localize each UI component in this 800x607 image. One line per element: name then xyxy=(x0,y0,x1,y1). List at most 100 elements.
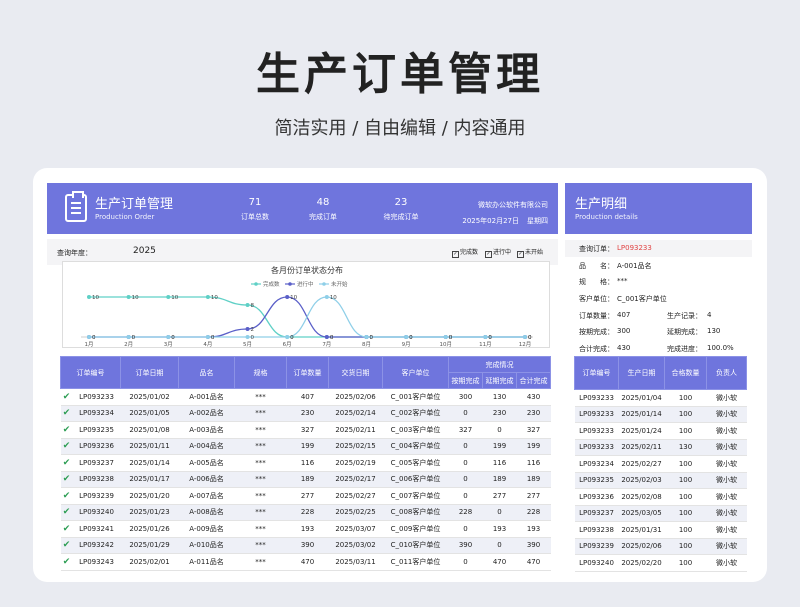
table-row[interactable]: ✔ LP093240 2025/01/23 A-008品名 *** 228 2025/02/… xyxy=(60,504,551,521)
table-cell: 0 xyxy=(482,421,517,439)
table-row[interactable]: LP093233 2025/01/14 100 微小软 xyxy=(574,406,747,423)
table-cell: A-009品名 xyxy=(178,520,235,538)
data-point xyxy=(87,295,91,299)
x-tick-label: 4月 xyxy=(203,341,212,348)
table-cell: 2025/01/08 xyxy=(120,421,179,439)
table-row[interactable]: LP093233 2025/02/11 130 微小软 xyxy=(574,439,747,456)
customer-value: C_001客户单位 xyxy=(617,295,667,304)
legend-done-label: 完成数 xyxy=(460,249,479,256)
table-row[interactable]: LP093235 2025/02/03 100 微小软 xyxy=(574,472,747,489)
col-order-date: 订单日期 xyxy=(120,356,179,389)
name-label: 品 名： xyxy=(579,261,614,270)
check-icon: ✔ xyxy=(60,454,73,472)
table-cell: 390 xyxy=(286,537,329,554)
table-row[interactable]: LP093233 2025/01/24 100 微小软 xyxy=(574,422,747,440)
x-tick-label: 5月 xyxy=(243,341,252,348)
table-row[interactable]: ✔ LP093233 2025/01/02 A-001品名 *** 407 2025/02/… xyxy=(60,388,551,406)
table-cell: 2025/02/03 xyxy=(618,472,665,489)
table-row[interactable]: ✔ LP093237 2025/01/14 A-005品名 *** 116 2025/02/… xyxy=(60,454,551,472)
table-cell: 130 xyxy=(664,439,707,456)
table-cell: LP093233 xyxy=(574,389,619,407)
table-cell: 230 xyxy=(516,405,551,422)
table-cell: 189 xyxy=(286,471,329,488)
data-label: 10 xyxy=(171,295,178,301)
table-row[interactable]: ✔ LP093239 2025/01/20 A-007品名 *** 277 2025/02/… xyxy=(60,487,551,505)
legend-checkbox-notstarted[interactable]: ✓ 未开始 xyxy=(517,247,543,258)
table-cell: 230 xyxy=(482,405,517,422)
detail-panel-title: 生产明细 xyxy=(575,197,628,212)
table-row[interactable]: ✔ LP093238 2025/01/17 A-006品名 *** 189 2025/02/… xyxy=(60,471,551,488)
table-row[interactable]: LP093239 2025/02/06 100 微小软 xyxy=(574,538,747,555)
table-row[interactable]: LP093237 2025/03/05 100 微小软 xyxy=(574,505,747,522)
table-cell: 2025/02/01 xyxy=(120,553,179,571)
data-label: 0 xyxy=(409,335,413,341)
table-cell: LP093237 xyxy=(574,505,619,522)
stat-pending-label: 待完成订单 xyxy=(383,213,419,221)
table-cell: LP093236 xyxy=(574,488,619,506)
table-cell: C_006客户单位 xyxy=(382,471,449,488)
table-cell: *** xyxy=(234,421,287,439)
data-label: 0 xyxy=(290,335,294,341)
table-row[interactable]: ✔ LP093235 2025/01/08 A-003品名 *** 327 2025/02/… xyxy=(60,421,551,439)
check-icon: ✔ xyxy=(60,405,73,422)
progress-value: 100.0% xyxy=(707,344,734,353)
query-year-input[interactable]: 2025 xyxy=(133,246,156,256)
table-cell: A-011品名 xyxy=(178,553,235,571)
total-label: 合计完成： xyxy=(579,345,614,354)
table-cell: 2025/02/14 xyxy=(328,405,383,422)
table-cell: 116 xyxy=(516,454,551,472)
table-row[interactable]: ✔ LP093236 2025/01/11 A-004品名 *** 199 2025/02/… xyxy=(60,438,551,455)
stat-total-label: 订单总数 xyxy=(241,213,269,221)
table-row[interactable]: LP093234 2025/02/27 100 微小软 xyxy=(574,455,747,473)
table-cell: 2025/02/11 xyxy=(618,439,665,456)
table-row[interactable]: LP093236 2025/02/08 100 微小软 xyxy=(574,488,747,506)
spec-value: *** xyxy=(617,277,628,286)
table-cell: 470 xyxy=(286,553,329,571)
table-row[interactable]: ✔ LP093234 2025/01/05 A-002品名 *** 230 2025/02/… xyxy=(60,405,551,422)
table-cell: C_005客户单位 xyxy=(382,454,449,472)
x-tick-label: 11月 xyxy=(479,341,492,348)
table-row[interactable]: ✔ LP093242 2025/01/29 A-010品名 *** 390 2025/03/… xyxy=(60,537,551,554)
company-info: 微软办公软件有限公司 2025年02月27日 星期四 xyxy=(454,197,548,229)
table-cell: 0 xyxy=(448,471,483,488)
detail-panel: 生产明细 Production details 查询订单： LP093233 品… xyxy=(565,183,752,353)
legend-checkbox-progress[interactable]: ✓ 进行中 xyxy=(485,247,511,258)
table-row[interactable]: ✔ LP093241 2025/01/26 A-009品名 *** 193 2025/03/… xyxy=(60,520,551,538)
data-label: 10 xyxy=(330,295,337,301)
col-prod-qty: 合格数量 xyxy=(664,356,707,390)
table-cell: 228 xyxy=(448,504,483,521)
table-row[interactable]: LP093238 2025/01/31 100 微小软 xyxy=(574,521,747,539)
table-cell: 2025/01/23 xyxy=(120,504,179,521)
table-cell: 2025/01/17 xyxy=(120,471,179,488)
table-cell: 2025/02/17 xyxy=(328,471,383,488)
x-tick-label: 2月 xyxy=(124,341,133,348)
table-cell: *** xyxy=(234,553,287,571)
x-tick-label: 1月 xyxy=(85,341,94,348)
table-cell: LP093233 xyxy=(574,422,619,440)
table-cell: 2025/01/04 xyxy=(618,389,665,407)
table-cell: A-008品名 xyxy=(178,504,235,521)
table-row[interactable]: LP093233 2025/01/04 100 微小软 xyxy=(574,389,747,407)
table-row[interactable]: LP093240 2025/02/20 100 微小软 xyxy=(574,554,747,572)
records-value: 4 xyxy=(707,310,712,319)
legend-checkbox-done[interactable]: ✓ 完成数 xyxy=(452,247,478,258)
table-cell: 微小软 xyxy=(706,406,747,423)
data-label: 0 xyxy=(369,335,373,341)
data-point xyxy=(483,335,488,339)
data-point xyxy=(126,335,131,339)
x-tick-label: 7月 xyxy=(322,341,331,348)
table-cell: *** xyxy=(234,388,287,406)
data-point xyxy=(324,295,329,299)
stat-done-value: 48 xyxy=(316,197,330,208)
table-cell: 277 xyxy=(482,487,517,505)
table-cell: 2025/01/29 xyxy=(120,537,179,554)
table-cell: 微小软 xyxy=(706,488,747,506)
query-order-input[interactable]: LP093233 xyxy=(617,244,652,252)
stat-total-value: 71 xyxy=(248,197,262,208)
table-cell: 2025/02/27 xyxy=(618,455,665,473)
table-row[interactable]: ✔ LP093243 2025/02/01 A-011品名 *** 470 2025/03/… xyxy=(60,553,551,571)
table-cell: 130 xyxy=(482,388,517,406)
table-cell: A-010品名 xyxy=(178,537,235,554)
table-cell: 2025/01/02 xyxy=(120,388,179,406)
detail-row-ontime: 按期完成： 300 延期完成： 130 xyxy=(565,323,752,340)
